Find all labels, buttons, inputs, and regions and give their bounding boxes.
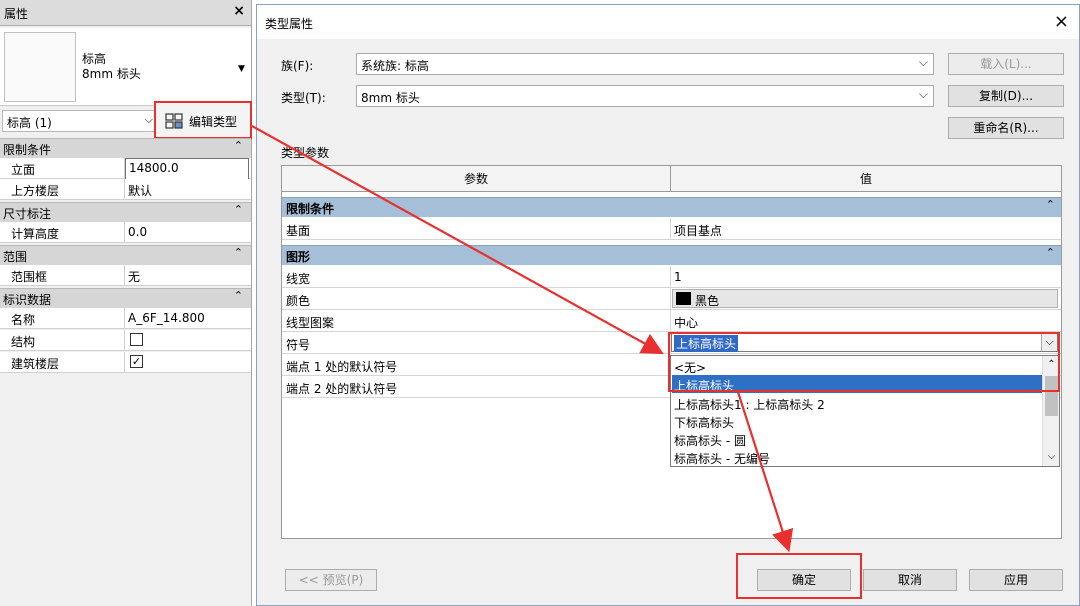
arrow-to-symbol [251, 125, 664, 355]
arrow-to-ok [736, 391, 794, 553]
annotation-arrows [251, 125, 794, 553]
